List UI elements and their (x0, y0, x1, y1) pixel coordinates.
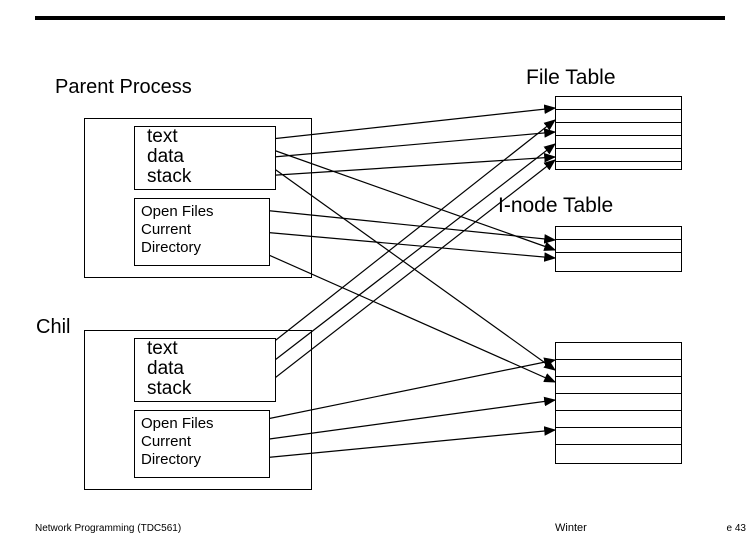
lower-table-box (555, 342, 682, 464)
child-openfiles-box: Open Files Current Directory (134, 410, 270, 478)
parent-segment-box: text data stack (134, 126, 276, 190)
parent-openfiles: Open Files (141, 203, 269, 221)
child-seg-data: data (147, 359, 275, 379)
parent-seg-text: text (147, 127, 275, 147)
parent-seg-data: data (147, 147, 275, 167)
footer-left: Network Programming (TDC561) (35, 523, 181, 534)
parent-process-title: Parent Process (55, 76, 192, 99)
child-title: Chil (36, 316, 70, 339)
parent-directory: Directory (141, 239, 269, 257)
parent-openfiles-box: Open Files Current Directory (134, 198, 270, 266)
inode-table-title: I-node Table (498, 194, 613, 218)
child-openfiles: Open Files (141, 415, 269, 433)
top-rule (35, 16, 725, 20)
child-segment-box: text data stack (134, 338, 276, 402)
child-directory: Directory (141, 451, 269, 469)
file-table-box (555, 96, 682, 170)
parent-seg-stack: stack (147, 167, 275, 187)
footer-mid: Winter (555, 522, 587, 534)
parent-current: Current (141, 221, 269, 239)
footer-right: e 43 (727, 523, 746, 534)
inode-table-box (555, 226, 682, 272)
child-current: Current (141, 433, 269, 451)
child-seg-stack: stack (147, 379, 275, 399)
child-seg-text: text (147, 339, 275, 359)
file-table-title: File Table (526, 66, 616, 90)
